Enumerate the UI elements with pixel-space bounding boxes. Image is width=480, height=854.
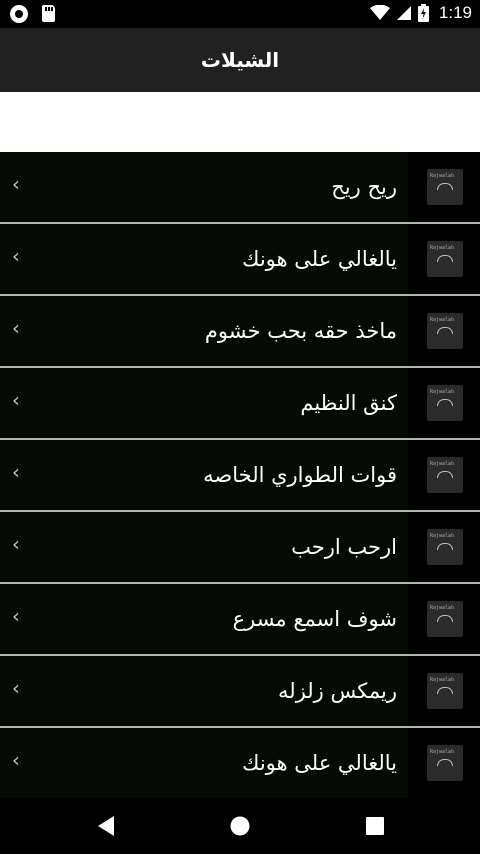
item-title: يالغالي على هونك bbox=[242, 247, 397, 271]
chevron-left-icon bbox=[13, 613, 19, 621]
search-area[interactable] bbox=[0, 92, 480, 152]
item-title: ماخذ حقه بحب خشوم bbox=[204, 319, 397, 343]
item-title: قوات الطواري الخاصه bbox=[203, 463, 397, 487]
thumbnail-arc-icon bbox=[437, 759, 453, 766]
thumbnail-container: Rajwalah bbox=[408, 656, 480, 726]
thumbnail-container: Rajwalah bbox=[408, 440, 480, 510]
list-item[interactable]: ماخذ حقه بحب خشوم Rajwalah bbox=[0, 296, 480, 368]
thumbnail-arc-icon bbox=[437, 183, 453, 190]
thumbnail-arc-icon bbox=[437, 615, 453, 622]
thumbnail-logo-text: Rajwalah bbox=[430, 245, 455, 251]
thumbnail-arc-icon bbox=[437, 543, 453, 550]
record-icon bbox=[10, 5, 28, 23]
thumbnail-container: Rajwalah bbox=[408, 152, 480, 222]
thumbnail-arc-icon bbox=[437, 471, 453, 478]
list-item[interactable]: كنق النظيم Rajwalah bbox=[0, 368, 480, 440]
thumbnail-arc-icon bbox=[437, 327, 453, 334]
item-thumbnail: Rajwalah bbox=[427, 457, 463, 493]
clock: 1:19 bbox=[438, 3, 472, 22]
item-thumbnail: Rajwalah bbox=[427, 313, 463, 349]
item-thumbnail: Rajwalah bbox=[427, 385, 463, 421]
item-title: ارحب ارحب bbox=[291, 535, 397, 559]
thumbnail-container: Rajwalah bbox=[408, 296, 480, 366]
chevron-left-icon bbox=[13, 685, 19, 693]
thumbnail-logo-text: Rajwalah bbox=[430, 533, 455, 539]
chevron-left-icon bbox=[13, 541, 19, 549]
chevron-left-icon bbox=[13, 253, 19, 261]
list-item[interactable]: يالغالي على هونك Rajwalah bbox=[0, 728, 480, 800]
thumbnail-arc-icon bbox=[437, 399, 453, 406]
sd-card-icon bbox=[42, 5, 55, 22]
thumbnail-container: Rajwalah bbox=[408, 224, 480, 294]
thumbnail-container: Rajwalah bbox=[408, 584, 480, 654]
thumbnail-container: Rajwalah bbox=[408, 368, 480, 438]
thumbnail-logo-text: Rajwalah bbox=[430, 605, 455, 611]
list-item[interactable]: ريمكس زلزله Rajwalah bbox=[0, 656, 480, 728]
item-title: يالغالي على هونك bbox=[242, 751, 397, 775]
chevron-left-icon bbox=[13, 469, 19, 477]
wifi-icon bbox=[369, 5, 390, 20]
item-thumbnail: Rajwalah bbox=[427, 745, 463, 781]
chevron-left-icon bbox=[13, 181, 19, 189]
battery-charging-icon bbox=[417, 4, 429, 22]
item-thumbnail: Rajwalah bbox=[427, 241, 463, 277]
thumbnail-logo-text: Rajwalah bbox=[430, 461, 455, 467]
list-item[interactable]: يالغالي على هونك Rajwalah bbox=[0, 224, 480, 296]
song-list: ريح ريح Rajwalah يالغالي على هونك Rajwalah م… bbox=[0, 152, 480, 800]
chevron-left-icon bbox=[13, 397, 19, 405]
home-icon[interactable] bbox=[230, 816, 250, 836]
back-icon[interactable] bbox=[96, 815, 116, 837]
item-title: شوف اسمع مسرع bbox=[232, 607, 397, 631]
item-thumbnail: Rajwalah bbox=[427, 601, 463, 637]
list-item[interactable]: شوف اسمع مسرع Rajwalah bbox=[0, 584, 480, 656]
thumbnail-logo-text: Rajwalah bbox=[430, 317, 455, 323]
item-title: ريح ريح bbox=[331, 175, 397, 199]
cellular-icon bbox=[396, 6, 411, 20]
thumbnail-container: Rajwalah bbox=[408, 728, 480, 798]
chevron-left-icon bbox=[13, 325, 19, 333]
status-bar: 1:19 bbox=[0, 0, 480, 28]
item-title: ريمكس زلزله bbox=[278, 679, 397, 703]
item-thumbnail: Rajwalah bbox=[427, 673, 463, 709]
item-title: كنق النظيم bbox=[300, 391, 397, 415]
app-bar: الشيلات bbox=[0, 28, 480, 92]
thumbnail-logo-text: Rajwalah bbox=[430, 389, 455, 395]
page-title: الشيلات bbox=[200, 48, 280, 72]
list-item[interactable]: ريح ريح Rajwalah bbox=[0, 152, 480, 224]
item-thumbnail: Rajwalah bbox=[427, 529, 463, 565]
list-item[interactable]: ارحب ارحب Rajwalah bbox=[0, 512, 480, 584]
thumbnail-arc-icon bbox=[437, 687, 453, 694]
item-thumbnail: Rajwalah bbox=[427, 169, 463, 205]
list-item[interactable]: قوات الطواري الخاصه Rajwalah bbox=[0, 440, 480, 512]
thumbnail-logo-text: Rajwalah bbox=[430, 173, 455, 179]
thumbnail-arc-icon bbox=[437, 255, 453, 262]
chevron-left-icon bbox=[13, 757, 19, 765]
thumbnail-logo-text: Rajwalah bbox=[430, 749, 455, 755]
navigation-bar bbox=[0, 798, 480, 854]
thumbnail-container: Rajwalah bbox=[408, 512, 480, 582]
recents-icon[interactable] bbox=[366, 817, 384, 835]
thumbnail-logo-text: Rajwalah bbox=[430, 677, 455, 683]
